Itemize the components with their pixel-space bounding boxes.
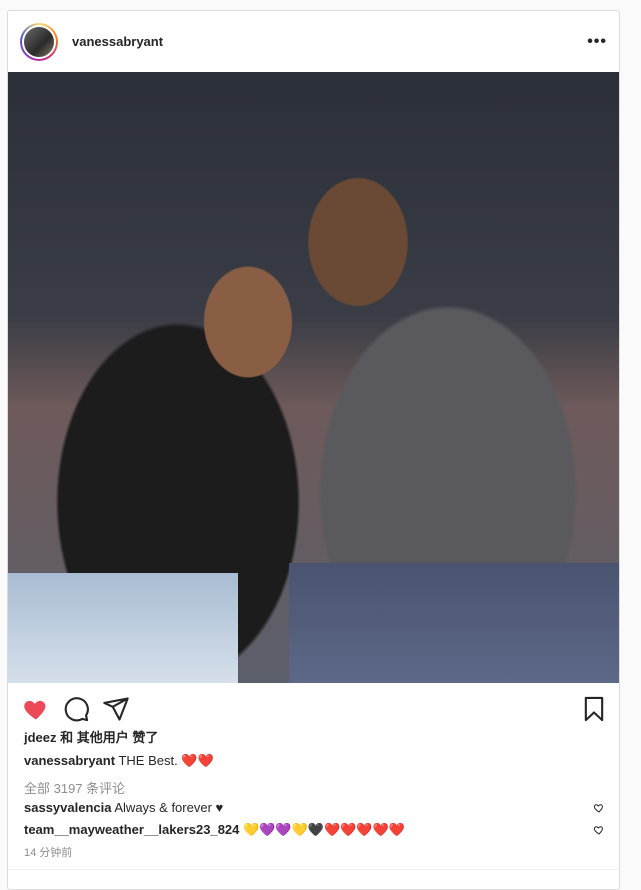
comment-row: sassyvalencia Always & forever ♥ <box>24 800 604 815</box>
heart-icon[interactable] <box>22 695 50 723</box>
share-icon[interactable] <box>102 695 130 723</box>
post-timestamp: 14 分钟前 <box>24 847 73 859</box>
comment-text: Always & forever ♥ <box>114 800 224 815</box>
likes-text[interactable]: jdeez 和 其他用户 赞了 <box>24 727 158 746</box>
view-all-comments-link[interactable]: 全部 3197 条评论 <box>24 778 125 797</box>
more-icon[interactable]: ••• <box>587 33 607 51</box>
post-photo[interactable] <box>8 72 619 683</box>
comment-like-icon[interactable] <box>593 802 605 814</box>
caption: vanessabryant THE Best. ❤️❤️ <box>24 753 214 769</box>
comment-username[interactable]: team__mayweather__lakers23_824 <box>24 822 239 837</box>
comment-username[interactable]: sassyvalencia <box>24 800 111 815</box>
photo-detail <box>8 573 238 683</box>
post-username[interactable]: vanessabryant <box>72 34 163 49</box>
avatar[interactable] <box>20 22 58 61</box>
action-bar <box>8 691 619 731</box>
comment-icon[interactable] <box>62 695 90 723</box>
bookmark-icon[interactable] <box>580 695 608 723</box>
comment-like-icon[interactable] <box>593 824 605 836</box>
comment-text: 💛💜💜💛🖤❤️❤️❤️❤️❤️ <box>243 822 405 837</box>
comment-row: team__mayweather__lakers23_824 💛💜💜💛🖤❤️❤️… <box>24 822 604 838</box>
post-header: vanessabryant ••• <box>8 11 619 73</box>
caption-username[interactable]: vanessabryant <box>24 753 115 768</box>
divider <box>8 869 619 870</box>
caption-emojis: ❤️❤️ <box>181 753 214 768</box>
photo-detail <box>289 563 619 683</box>
post-card: vanessabryant ••• jdeez 和 其他用户 赞了 vaness… <box>7 10 620 890</box>
caption-text: THE Best. <box>118 753 178 768</box>
